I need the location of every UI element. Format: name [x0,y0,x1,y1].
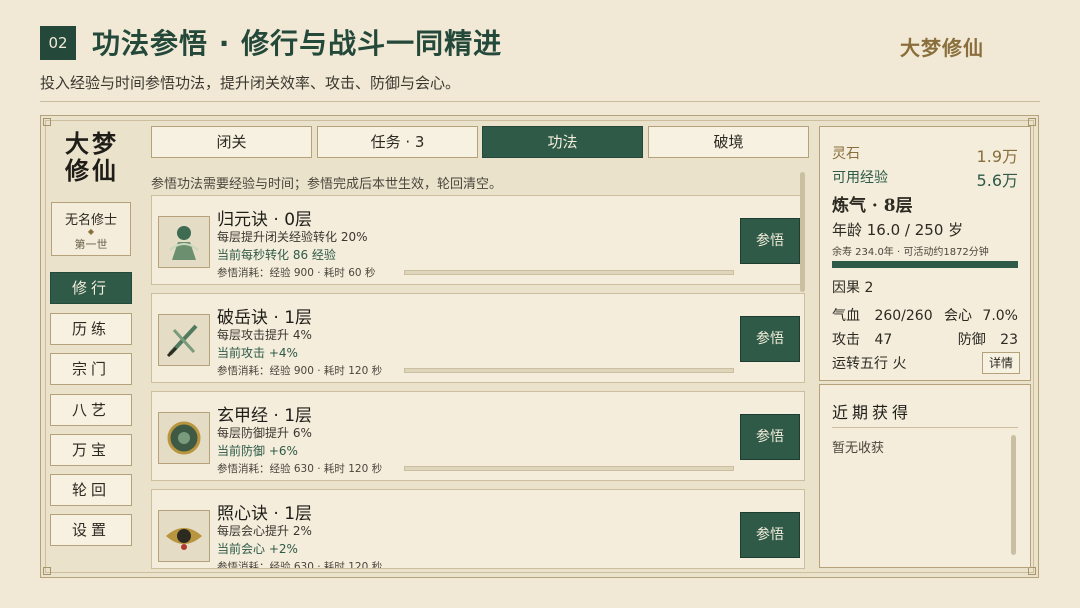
nav-item-cultivate[interactable]: 修行 [50,272,132,304]
nav-item-training[interactable]: 历练 [50,313,132,345]
skill-effect: 每层提升闭关经验转化 20% [217,230,368,244]
stat-label: 可用经验 [832,170,888,186]
lifespan-bar [832,261,1018,268]
profile-card[interactable]: 无名修士 ◆ 第一世 [51,202,131,256]
skill-progress-bar [404,270,734,275]
generation-label: 第一世 [74,238,108,251]
attack-value: 47 [874,332,893,348]
game-window: 大梦 修仙 无名修士 ◆ 第一世 修行 历练 宗门 八艺 万宝 轮回 设置 闭关… [40,115,1039,578]
spirit-stone-value: 1.9万 [976,147,1018,166]
sword-icon [158,314,210,366]
nav-item-rebirth[interactable]: 轮回 [50,474,132,506]
skill-card: 玄甲经 · 1层 每层防御提升 6% 当前防御 +6% 参悟消耗：经验 630 … [151,391,805,481]
lifespan-label: 余寿 234.0年 · 可活动约1872分钟 [832,247,989,258]
tab-techniques[interactable]: 功法 [482,126,643,158]
tab-seclusion[interactable]: 闭关 [151,126,312,158]
stat-row: 攻击 47 防御 23 [832,329,1018,349]
game-logo: 大梦 修仙 [59,130,125,184]
nav-item-treasury[interactable]: 万宝 [50,434,132,466]
recent-gains-title: 近期获得 [832,403,913,422]
realm-label: 炼气 · 8层 [832,196,913,216]
divider [832,427,1018,428]
skill-card: 照心诀 · 1层 每层会心提升 2% 当前会心 +2% 参悟消耗：经验 630 … [151,489,805,569]
comprehend-button[interactable]: 参悟 [740,218,800,264]
tab-breakthrough[interactable]: 破境 [648,126,809,158]
stat-label: 灵石 [832,146,860,162]
corner-ornament [43,567,51,575]
recent-gains-scrollbar[interactable] [1011,435,1016,555]
stat-label: 会心 [943,308,972,324]
skill-cost: 参悟消耗：经验 630 · 耗时 120 秒 [217,463,383,475]
stat-label: 气血 [832,308,860,324]
skill-card: 归元诀 · 0层 每层提升闭关经验转化 20% 当前每秒转化 86 经验 参悟消… [151,195,805,285]
diamond-divider-icon: ◆ [87,227,95,236]
skill-cost: 参悟消耗：经验 900 · 耗时 120 秒 [217,365,383,377]
armor-icon [158,412,210,464]
comprehend-button[interactable]: 参悟 [740,512,800,558]
defense-stat: 防御 23 [958,329,1018,349]
skill-list-scrollbar[interactable] [800,172,805,292]
nav-item-sect[interactable]: 宗门 [50,353,132,385]
skill-current: 当前每秒转化 86 经验 [217,248,336,262]
divider [40,101,1040,102]
nav-item-settings[interactable]: 设置 [50,514,132,546]
technique-hint: 参悟功法需要经验与时间；参悟完成后本世生效，轮回清空。 [151,177,503,192]
recent-gains-panel: 近期获得 暂无收获 [819,384,1031,568]
nav-item-arts[interactable]: 八艺 [50,394,132,426]
slide-number: 02 [40,26,76,60]
logo-line: 修仙 [65,156,119,185]
skill-effect: 每层防御提升 6% [217,426,312,440]
stat-label: 防御 [957,332,986,348]
crit-stat: 会心 7.0% [944,305,1018,325]
skill-card: 破岳诀 · 1层 每层攻击提升 4% 当前攻击 +4% 参悟消耗：经验 900 … [151,293,805,383]
age-label: 年龄 16.0 / 250 岁 [832,221,964,239]
slide-title: 功法参悟 · 修行与战斗一同精进 [92,27,503,60]
crit-value: 7.0% [982,308,1018,324]
corner-ornament [1028,567,1036,575]
eye-icon [158,510,210,562]
skill-current: 当前会心 +2% [217,542,298,556]
skill-progress-bar [404,466,734,471]
stat-row: 灵石 1.9万 [832,143,1018,166]
skill-current: 当前攻击 +4% [217,346,298,360]
recent-gains-empty: 暂无收获 [832,441,885,456]
stat-label: 攻击 [832,332,860,348]
comprehend-button[interactable]: 参悟 [740,316,800,362]
skill-title: 破岳诀 · 1层 [217,308,313,328]
defense-value: 23 [1000,332,1018,348]
skill-current: 当前防御 +6% [217,444,298,458]
details-button[interactable]: 详情 [982,352,1020,374]
corner-ornament [1028,118,1036,126]
comprehend-button[interactable]: 参悟 [740,414,800,460]
tab-quests[interactable]: 任务 · 3 [317,126,478,158]
skill-cost: 参悟消耗：经验 900 · 耗时 60 秒 [217,267,376,279]
skill-title: 归元诀 · 0层 [217,210,313,230]
skill-title: 照心诀 · 1层 [217,504,313,524]
skill-progress-bar [404,368,734,373]
player-name: 无名修士 [64,213,117,228]
stat-row: 气血 260/260 会心 7.0% [832,305,1018,325]
slide-subtitle: 投入经验与时间参悟功法，提升闭关效率、攻击、防御与会心。 [40,74,461,92]
corner-ornament [43,118,51,126]
skill-title: 玄甲经 · 1层 [217,406,313,426]
skill-effect: 每层攻击提升 4% [217,328,312,342]
brand-name: 大梦修仙 [900,36,984,60]
hp-value: 260/260 [874,308,933,324]
exp-value: 5.6万 [976,171,1018,190]
logo-line: 大梦 [65,129,119,158]
skill-cost: 参悟消耗：经验 630 · 耗时 120 秒 [217,561,383,569]
sage-icon [158,216,210,268]
skill-effect: 每层会心提升 2% [217,524,312,538]
karma-label: 因果 2 [832,280,874,296]
stat-row: 可用经验 5.6万 [832,167,1018,190]
character-stats-panel: 灵石 1.9万 可用经验 5.6万 炼气 · 8层 年龄 16.0 / 250 … [819,126,1031,381]
